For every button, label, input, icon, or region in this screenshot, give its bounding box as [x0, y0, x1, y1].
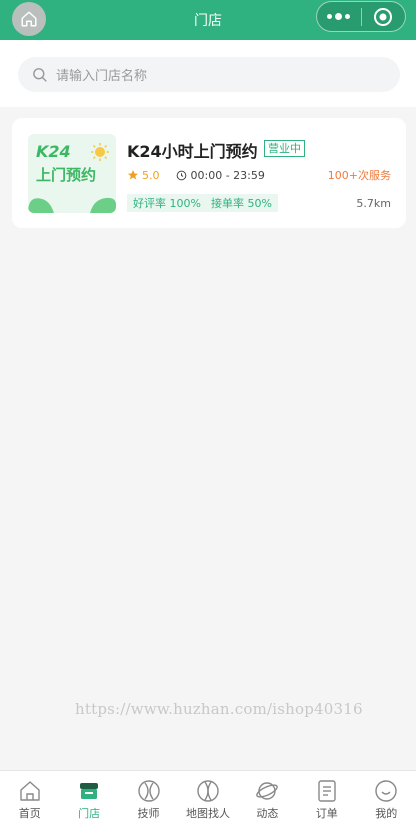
close-miniprogram-button[interactable] [362, 2, 406, 31]
store-icon [80, 783, 99, 799]
tab-store[interactable]: 门店 [59, 771, 118, 822]
tab-orders[interactable]: 订单 [297, 771, 356, 822]
map-icon [197, 780, 219, 802]
tab-label: 首页 [18, 807, 41, 820]
tab-technician[interactable]: 技师 [119, 771, 178, 822]
profile-icon [375, 780, 397, 802]
store-card[interactable]: K24 上门预约 K24小时上门预约 营业中 5.0 00:00 - 23:59… [12, 118, 406, 228]
status-badge: 营业中 [264, 140, 305, 157]
logo-text: 上门预约 [36, 166, 97, 184]
tab-label: 动态 [256, 807, 279, 820]
rating: 5.0 [127, 169, 160, 182]
watermark: https://www.huzhan.com/ishop40316 [75, 700, 363, 718]
tab-label: 地图找人 [185, 807, 230, 820]
logo-hills [28, 197, 116, 213]
home-button[interactable] [12, 2, 46, 36]
service-count: 100+次服务 [327, 169, 391, 182]
store-meta: 5.0 00:00 - 23:59 100+次服务 [127, 167, 391, 183]
nav-bar: 门店 [0, 0, 416, 40]
tab-home[interactable]: 首页 [0, 771, 59, 822]
more-button[interactable] [317, 2, 361, 31]
search-input[interactable]: 请输入门店名称 [18, 57, 400, 92]
distance: 5.7km [356, 196, 391, 210]
sun-icon [91, 143, 109, 161]
hours-text: 00:00 - 23:59 [190, 168, 265, 182]
accept-rate: 接单率 50% [210, 197, 272, 210]
tab-map[interactable]: 地图找人 [178, 771, 237, 822]
home-icon [21, 11, 37, 27]
home-icon [20, 781, 40, 801]
tab-profile[interactable]: 我的 [357, 771, 416, 822]
page-title: 门店 [194, 13, 222, 29]
rate-tags: 好评率 100% 接单率 50% [127, 194, 278, 212]
more-icon [327, 13, 351, 20]
target-icon [374, 7, 393, 26]
star-icon [128, 170, 138, 180]
technician-icon [137, 780, 160, 802]
planet-icon [256, 782, 279, 800]
tab-feed[interactable]: 动态 [238, 771, 297, 822]
clock-icon [176, 170, 186, 180]
search-icon [33, 68, 47, 82]
opening-hours: 00:00 - 23:59 [176, 169, 265, 182]
tab-label: 订单 [315, 807, 338, 820]
tab-label: 我的 [375, 807, 398, 820]
logo-brand: K24 [36, 142, 71, 161]
tab-label: 门店 [78, 807, 101, 820]
mini-program-capsule [316, 1, 406, 32]
tab-bar: 首页 门店 技师 地图找人 动态 订单 我的 [0, 770, 416, 822]
search-placeholder: 请输入门店名称 [56, 69, 148, 84]
search-section: 请输入门店名称 [0, 40, 416, 107]
tab-label: 技师 [137, 807, 160, 820]
store-name: K24小时上门预约 [127, 142, 258, 161]
good-rate: 好评率 100% [133, 197, 201, 210]
order-icon [318, 780, 336, 802]
rating-value: 5.0 [142, 168, 160, 182]
store-tags: 好评率 100% 接单率 50% 5.7km [127, 194, 391, 212]
store-logo: K24 上门预约 [28, 134, 116, 213]
